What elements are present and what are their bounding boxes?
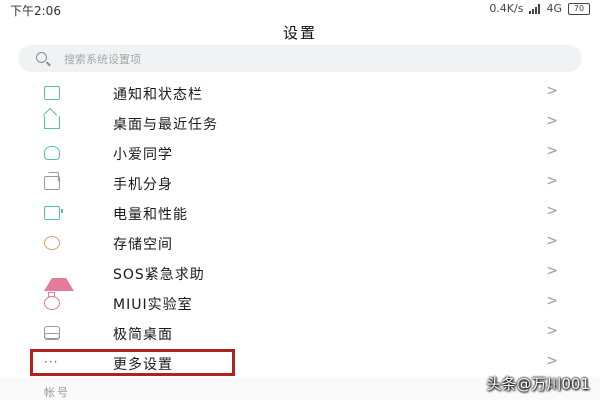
settings-item-label: SOS紧急求助 [113, 267, 205, 283]
settings-item-label: 存储空间 [113, 237, 173, 253]
home-icon [44, 116, 60, 129]
settings-item-dual-apps[interactable]: 手机分身 > [0, 168, 600, 198]
settings-item-label: MIUI实验室 [113, 297, 193, 313]
title-bar: 设置 [0, 22, 600, 44]
status-bar: 下午2:06 0.4K/s 4G 70 [0, 0, 600, 22]
chevron-right-icon: > [546, 173, 558, 189]
settings-item-desktop[interactable]: 桌面与最近任务 > [0, 108, 600, 138]
page-title: 设置 [282, 24, 317, 42]
account-section-label: 帐号 [44, 386, 70, 399]
status-time: 下午2:06 [10, 4, 61, 18]
dual-phone-icon [44, 172, 60, 190]
chevron-right-icon: > [546, 353, 558, 369]
search-bar[interactable] [18, 45, 582, 72]
settings-item-battery[interactable]: 电量和性能 > [0, 198, 600, 228]
settings-item-xiaoai[interactable]: 小爱同学 > [0, 138, 600, 168]
battery-icon [44, 206, 63, 220]
chevron-right-icon: > [546, 83, 558, 99]
settings-item-label: 小爱同学 [113, 147, 173, 163]
settings-item-notifications[interactable]: 通知和状态栏 > [0, 78, 600, 108]
settings-item-sos[interactable]: SOS紧急求助 > [0, 258, 600, 291]
network-speed: 0.4K/s [489, 2, 524, 15]
settings-item-label: 通知和状态栏 [113, 87, 203, 103]
chevron-right-icon: > [546, 263, 558, 279]
chevron-right-icon: > [546, 293, 558, 309]
chevron-right-icon: > [546, 233, 558, 249]
notification-icon [44, 86, 60, 100]
settings-item-label: 极简桌面 [113, 327, 173, 343]
chevron-right-icon: > [546, 203, 558, 219]
chevron-right-icon: > [546, 113, 558, 129]
highlight-box [30, 349, 235, 376]
search-input[interactable] [62, 48, 566, 70]
watermark: 头条@万川001 [486, 375, 590, 393]
storage-icon [44, 236, 60, 250]
chevron-right-icon: > [546, 143, 558, 159]
settings-item-label: 手机分身 [113, 177, 173, 193]
settings-item-simple-desktop[interactable]: 极简桌面 > [0, 318, 600, 348]
lab-flask-icon [44, 292, 60, 310]
settings-item-label: 桌面与最近任务 [113, 117, 218, 133]
xiaoai-icon [44, 146, 60, 160]
battery-icon: 70 [568, 2, 590, 15]
status-indicators: 0.4K/s 4G 70 [489, 2, 590, 15]
settings-item-miui-lab[interactable]: MIUI实验室 > [0, 288, 600, 318]
settings-item-label: 电量和性能 [113, 207, 188, 223]
signal-icon [529, 3, 541, 14]
simple-desktop-icon [43, 326, 60, 340]
network-type: 4G [546, 2, 562, 15]
search-icon [36, 52, 47, 63]
settings-item-storage[interactable]: 存储空间 > [0, 228, 600, 258]
chevron-right-icon: > [546, 323, 558, 339]
